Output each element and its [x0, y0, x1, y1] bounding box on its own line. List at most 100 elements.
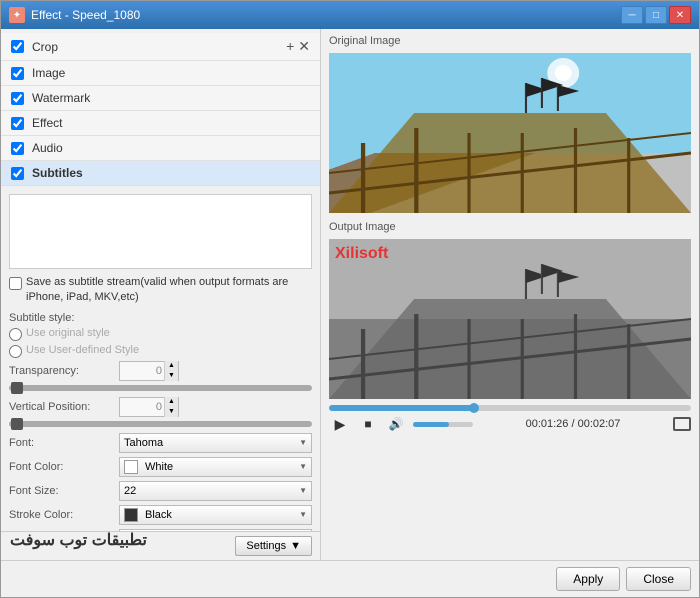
transparency-slider-row [9, 385, 312, 391]
time-display: 00:01:26 / 00:02:07 [479, 418, 667, 430]
radio-user[interactable] [9, 345, 22, 358]
volume-bar[interactable] [413, 422, 473, 427]
effect-label: Effect [32, 116, 62, 130]
aspect-ratio-button[interactable] [673, 417, 691, 431]
controls-row: ▶ ■ 🔊 00:01:26 / 00:02:07 [329, 413, 691, 435]
stroke-color-select[interactable]: Black ▼ [119, 505, 312, 525]
vertical-slider-track[interactable] [9, 421, 312, 427]
sidebar-item-effect[interactable]: Effect [1, 111, 320, 136]
vertical-up[interactable]: ▲ [164, 397, 178, 407]
sidebar-item-crop[interactable]: Crop + ✕ [1, 33, 320, 61]
font-row: Font: Tahoma ▼ [9, 433, 312, 453]
subtitles-checkbox[interactable] [11, 167, 24, 180]
font-color-select[interactable]: White ▼ [119, 457, 312, 477]
transparency-up[interactable]: ▲ [164, 361, 178, 371]
font-label: Font: [9, 437, 119, 449]
output-image-preview: Xilisoft [329, 239, 691, 399]
sidebar-item-image[interactable]: Image [1, 61, 320, 86]
subtitle-panel: Save as subtitle stream(valid when outpu… [1, 190, 320, 531]
settings-label: Settings [246, 540, 286, 552]
original-image-preview [329, 53, 691, 213]
transparency-label: Transparency: [9, 365, 119, 377]
radio-user-label: Use User-defined Style [26, 344, 139, 356]
watermark-text: Xilisoft [335, 245, 388, 263]
right-panel: Original Image [321, 29, 699, 560]
watermark-checkbox[interactable] [11, 92, 24, 105]
radio-original-label: Use original style [26, 327, 110, 339]
close-button[interactable]: ✕ [669, 6, 691, 24]
stroke-color-row: Stroke Color: Black ▼ [9, 505, 312, 525]
crop-checkbox[interactable] [11, 40, 24, 53]
arabic-watermark: تطبيقات توب سوفت [10, 530, 147, 550]
vertical-spinner[interactable]: 0 ▲ ▼ [119, 397, 179, 417]
save-stream-row: Save as subtitle stream(valid when outpu… [9, 275, 312, 306]
settings-button[interactable]: Settings ▼ [235, 536, 312, 556]
vertical-slider-row [9, 421, 312, 427]
save-stream-label: Save as subtitle stream(valid when outpu… [26, 275, 312, 306]
radio-original[interactable] [9, 328, 22, 341]
output-image-label: Output Image [329, 221, 691, 233]
subtitles-label: Subtitles [32, 166, 83, 180]
effect-checkbox[interactable] [11, 117, 24, 130]
vertical-slider-thumb[interactable] [11, 418, 23, 430]
maximize-button[interactable]: □ [645, 6, 667, 24]
transparency-value: 0 [120, 365, 164, 377]
playback-bar: ▶ ■ 🔊 00:01:26 / 00:02:07 [329, 405, 691, 435]
sidebar-item-watermark[interactable]: Watermark [1, 86, 320, 111]
font-size-row: Font Size: 22 ▼ [9, 481, 312, 501]
stop-button[interactable]: ■ [357, 413, 379, 435]
image-checkbox[interactable] [11, 67, 24, 80]
audio-checkbox[interactable] [11, 142, 24, 155]
output-image-svg [329, 239, 691, 399]
main-window: ✦ Effect - Speed_1080 ─ □ ✕ Crop + ✕ [0, 0, 700, 598]
volume-fill [413, 422, 449, 427]
subtitle-preview [9, 194, 312, 269]
volume-icon[interactable]: 🔊 [385, 413, 407, 435]
play-button[interactable]: ▶ [329, 413, 351, 435]
title-bar: ✦ Effect - Speed_1080 ─ □ ✕ [1, 1, 699, 29]
crop-label: Crop [32, 40, 58, 54]
window-title: Effect - Speed_1080 [31, 8, 621, 22]
add-icon[interactable]: + [286, 38, 294, 55]
stroke-color-swatch [124, 508, 138, 522]
stroke-color-arrow: ▼ [299, 510, 307, 519]
vertical-down[interactable]: ▼ [164, 407, 178, 417]
app-icon: ✦ [9, 7, 25, 23]
sidebar-item-subtitles[interactable]: Subtitles [1, 161, 320, 186]
seek-thumb[interactable] [469, 403, 479, 413]
transparency-slider-thumb[interactable] [11, 382, 23, 394]
original-image-label: Original Image [329, 35, 691, 47]
stroke-color-value: Black [145, 509, 172, 521]
sidebar: Crop + ✕ Image Watermark [1, 29, 320, 190]
vertical-value: 0 [120, 401, 164, 413]
subtitle-style-section: Subtitle style: Use original style Use U… [9, 312, 312, 359]
seek-bar[interactable] [329, 405, 691, 411]
font-select[interactable]: Tahoma ▼ [119, 433, 312, 453]
stroke-color-label: Stroke Color: [9, 509, 119, 521]
apply-button[interactable]: Apply [556, 567, 620, 591]
font-size-select[interactable]: 22 ▼ [119, 481, 312, 501]
font-size-value: 22 [124, 485, 136, 497]
seek-fill [329, 405, 474, 411]
transparency-down[interactable]: ▼ [164, 371, 178, 381]
vertical-label: Vertical Position: [9, 401, 119, 413]
sidebar-item-audio[interactable]: Audio [1, 136, 320, 161]
minimize-button[interactable]: ─ [621, 6, 643, 24]
font-arrow: ▼ [299, 438, 307, 447]
font-color-row: Font Color: White ▼ [9, 457, 312, 477]
save-stream-checkbox[interactable] [9, 277, 22, 290]
vertical-row: Vertical Position: 0 ▲ ▼ [9, 397, 312, 417]
transparency-slider-track[interactable] [9, 385, 312, 391]
remove-icon[interactable]: ✕ [298, 38, 310, 55]
font-size-arrow: ▼ [299, 486, 307, 495]
transparency-spinner[interactable]: 0 ▲ ▼ [119, 361, 179, 381]
close-dialog-button[interactable]: Close [626, 567, 691, 591]
time-current: 00:01:26 [526, 418, 569, 430]
original-image-svg [329, 53, 691, 213]
font-value: Tahoma [124, 437, 163, 449]
audio-label: Audio [32, 141, 63, 155]
settings-arrow-icon: ▼ [290, 540, 301, 552]
vertical-spinner-btns: ▲ ▼ [164, 397, 178, 417]
image-label: Image [32, 66, 65, 80]
font-color-swatch [124, 460, 138, 474]
